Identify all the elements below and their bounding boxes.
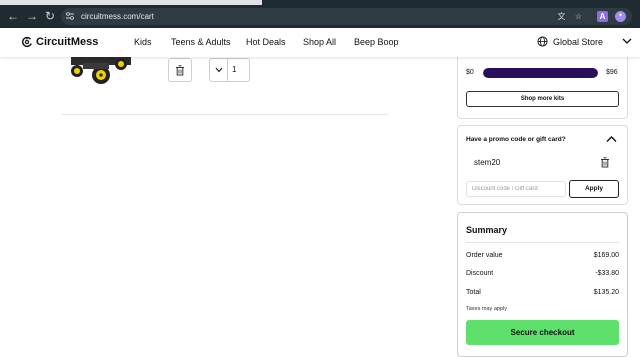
free-shipping-panel bbox=[457, 57, 628, 119]
apply-promo-button[interactable]: Apply bbox=[569, 180, 619, 198]
star-icon[interactable]: ☆ bbox=[573, 11, 584, 22]
progress-max-label: $96 bbox=[606, 69, 618, 76]
summary-divider bbox=[466, 242, 619, 243]
store-selector[interactable]: Global Store bbox=[537, 36, 603, 47]
tax-note: Taxes may apply bbox=[466, 306, 507, 312]
shipping-progress-fill bbox=[483, 68, 598, 78]
quantity-value[interactable]: 1 bbox=[232, 65, 236, 74]
translate-icon[interactable]: 文 bbox=[556, 11, 567, 22]
progress-min-label: $0 bbox=[466, 69, 474, 76]
shipping-progress-bar bbox=[483, 68, 598, 78]
reload-icon[interactable]: ↻ bbox=[43, 9, 57, 23]
globe-icon bbox=[537, 36, 548, 47]
extension-a-icon[interactable]: A bbox=[597, 11, 608, 22]
url-text[interactable]: circuitmess.com/cart bbox=[81, 11, 154, 22]
trash-icon[interactable] bbox=[600, 157, 610, 168]
secure-checkout-button[interactable]: Secure checkout bbox=[466, 320, 619, 345]
shop-more-kits-button[interactable]: Shop more kits bbox=[466, 91, 619, 107]
chevron-down-icon bbox=[215, 67, 222, 73]
back-icon[interactable]: ← bbox=[6, 9, 20, 23]
order-value-label: Order value bbox=[466, 252, 503, 259]
discount-amount: -$33.80 bbox=[595, 270, 619, 277]
nav-beep-boop[interactable]: Beep Boop bbox=[354, 37, 399, 48]
nav-shop-all[interactable]: Shop All bbox=[303, 37, 336, 48]
remove-item-button[interactable] bbox=[168, 58, 192, 82]
circuitmess-logo-icon bbox=[22, 36, 32, 48]
item-divider bbox=[62, 114, 388, 115]
total-label: Total bbox=[466, 289, 481, 296]
total-amount: $135.20 bbox=[593, 289, 619, 296]
logo[interactable]: CircuitMess bbox=[21, 36, 98, 48]
store-label: Global Store bbox=[553, 36, 604, 47]
extension-purple-icon[interactable]: ✦ bbox=[615, 11, 626, 22]
logo-text: CircuitMess bbox=[36, 36, 99, 48]
quantity-decrease-button[interactable] bbox=[210, 59, 228, 81]
chevron-down-icon[interactable] bbox=[622, 37, 632, 45]
applied-promo-code: stem20 bbox=[474, 158, 501, 167]
site-header: CircuitMess Kids Teens & Adults Hot Deal… bbox=[0, 28, 640, 57]
quantity-stepper[interactable]: 1 bbox=[209, 58, 250, 82]
promo-code-input[interactable] bbox=[466, 181, 566, 197]
forward-icon[interactable]: → bbox=[25, 9, 39, 23]
summary-title: Summary bbox=[466, 225, 508, 235]
product-image bbox=[71, 57, 131, 84]
trash-icon bbox=[176, 64, 184, 75]
order-value-amount: $169.00 bbox=[593, 252, 619, 259]
discount-label: Discount bbox=[466, 270, 494, 277]
browser-toolbar: ← → ↻ circuitmess.com/cart 文 ☆ A ✦ bbox=[0, 5, 640, 28]
promo-title[interactable]: Have a promo code or gift card? bbox=[466, 136, 566, 143]
nav-hot-deals[interactable]: Hot Deals bbox=[246, 37, 286, 48]
nav-teens-adults[interactable]: Teens & Adults bbox=[171, 37, 231, 48]
nav-kids[interactable]: Kids bbox=[134, 37, 152, 48]
site-settings-icon[interactable] bbox=[65, 11, 75, 21]
chevron-up-icon[interactable] bbox=[606, 135, 617, 143]
